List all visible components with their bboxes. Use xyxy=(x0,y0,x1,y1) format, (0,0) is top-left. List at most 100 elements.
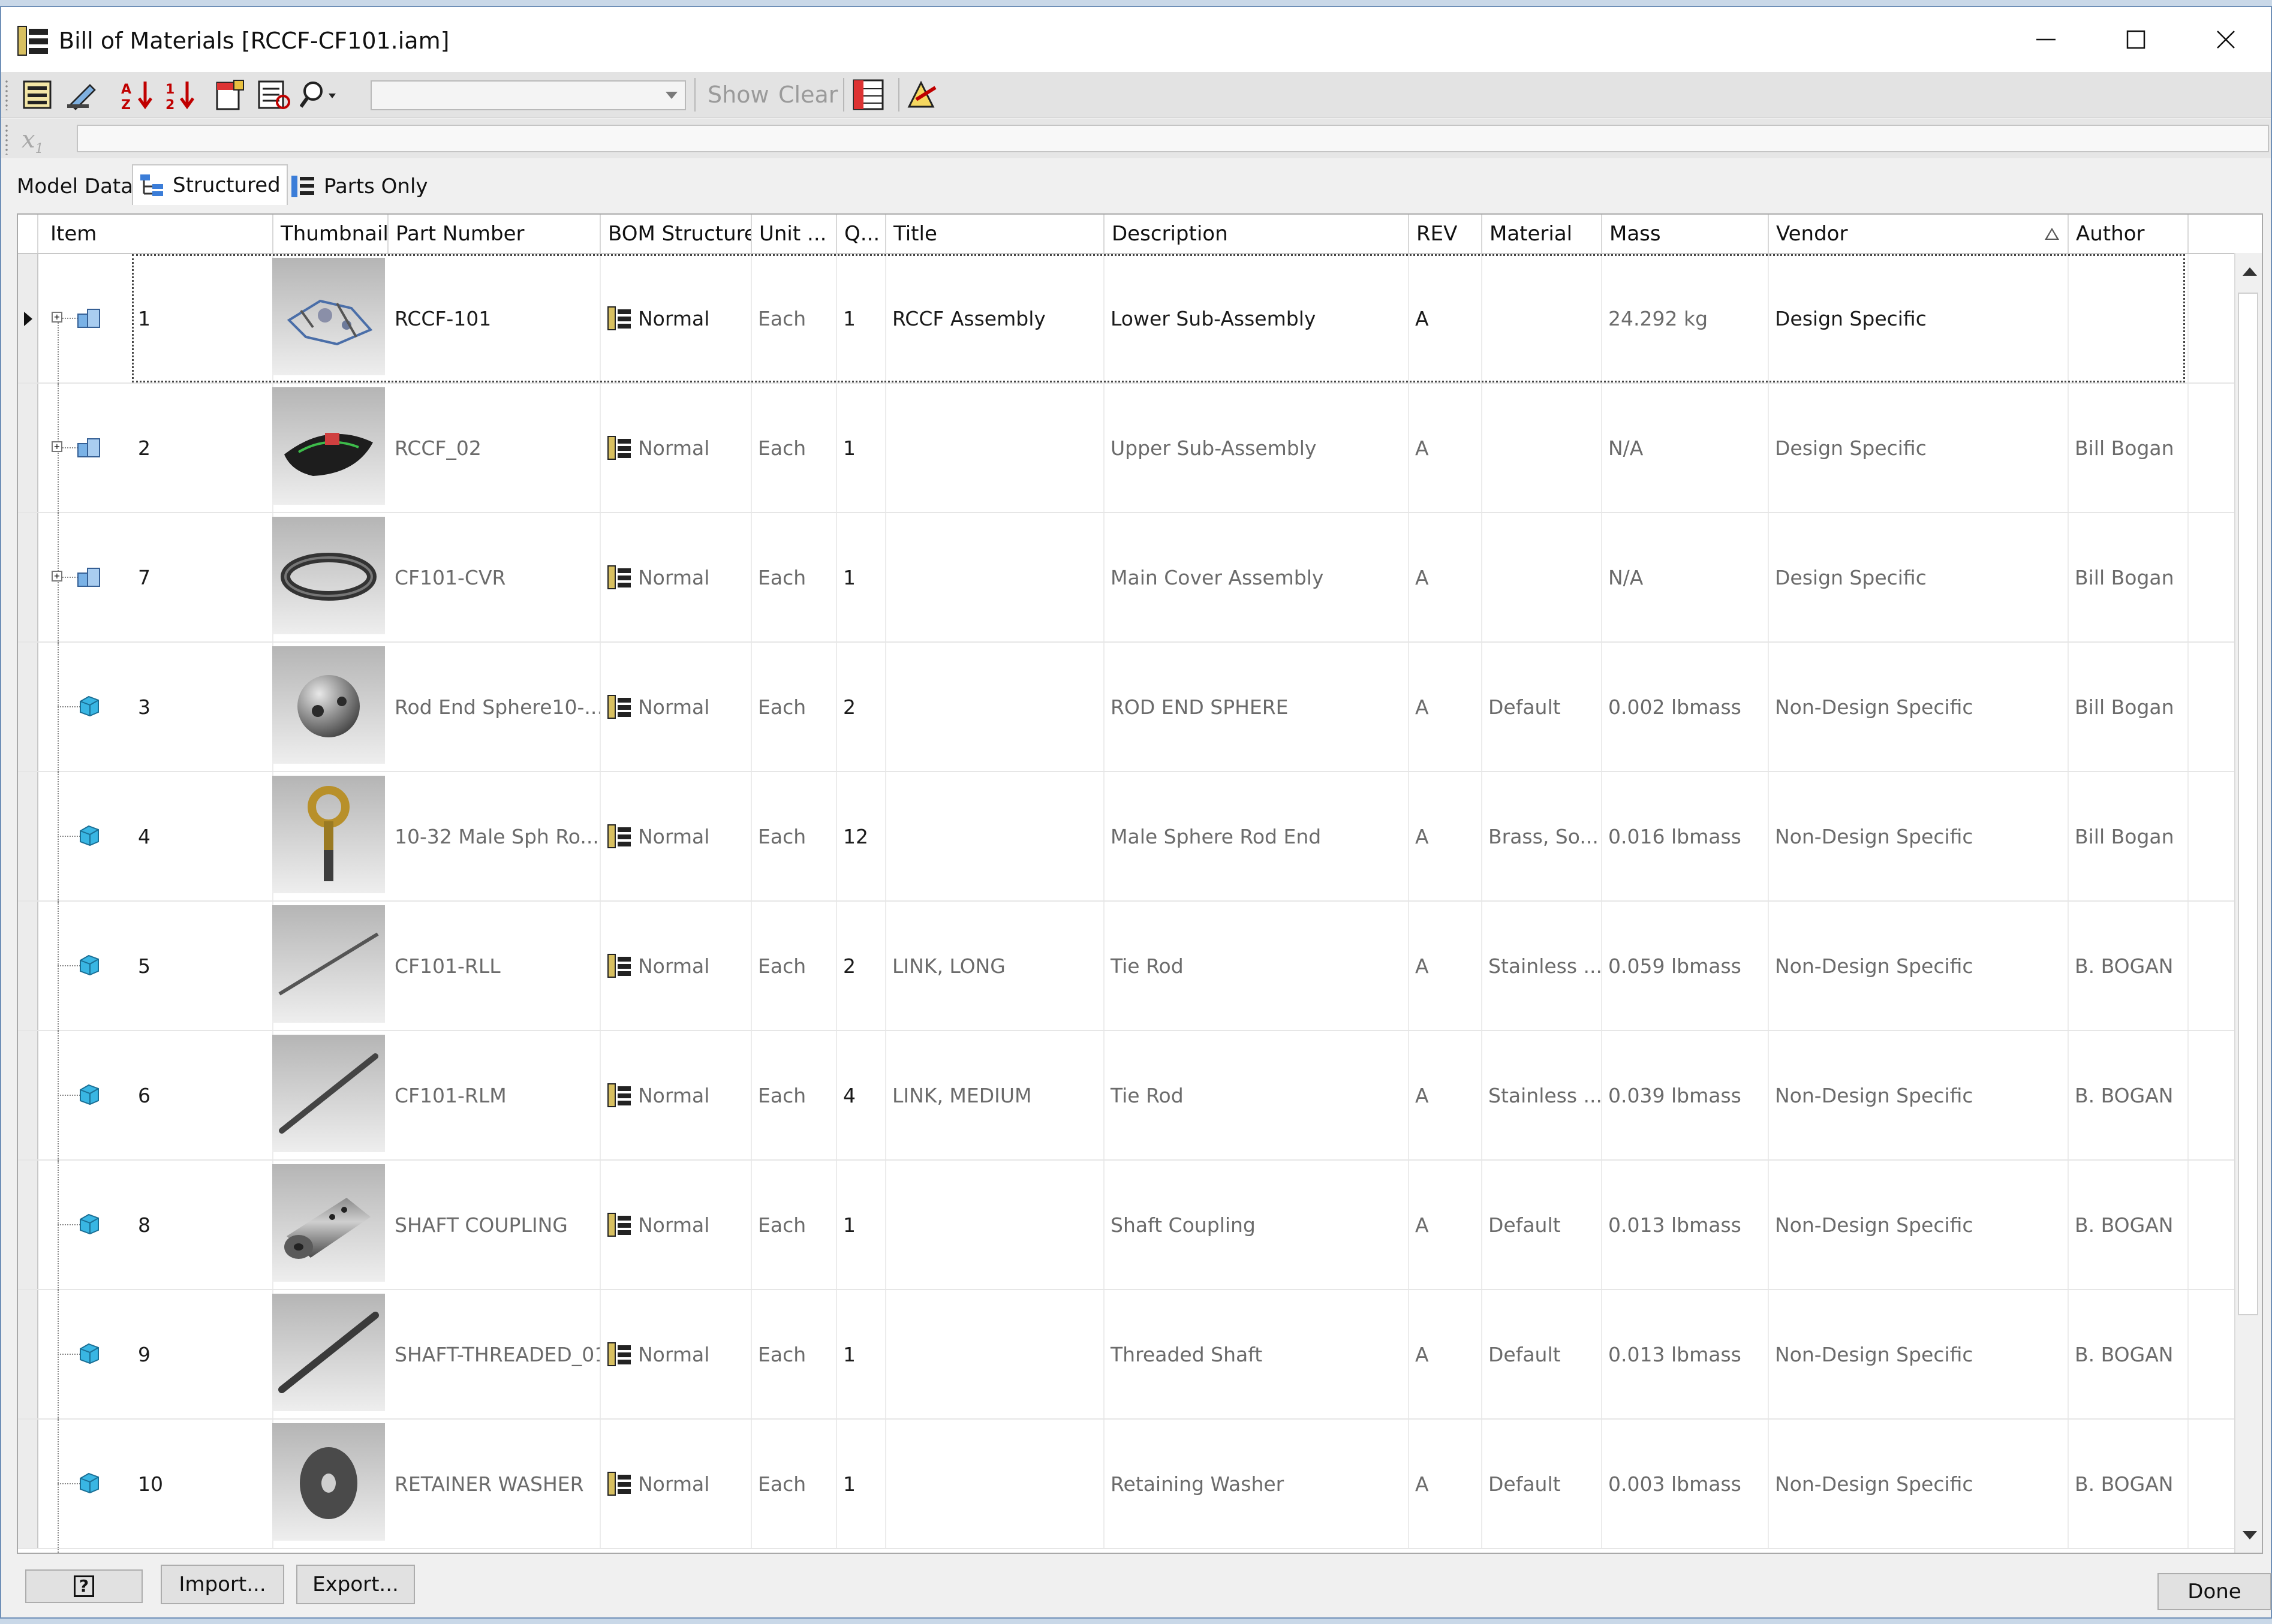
part-number-cell[interactable]: SHAFT COUPLING xyxy=(389,1161,601,1289)
table-row[interactable]: 10 RETAINER WASHER Normal Each 1 Retaini… xyxy=(18,1420,2237,1553)
bom-structure-cell[interactable]: Normal xyxy=(601,643,752,771)
tab-parts-only[interactable]: Parts Only xyxy=(284,169,434,204)
bom-structure-cell[interactable]: Normal xyxy=(601,1161,752,1289)
title-cell[interactable] xyxy=(886,1161,1105,1289)
tab-structured[interactable]: Structured xyxy=(132,164,288,205)
author-cell[interactable]: Bill Bogan xyxy=(2069,384,2189,512)
upper-subassembly-thumbnail-image[interactable] xyxy=(272,387,385,505)
unit-cell[interactable]: Each xyxy=(752,772,837,900)
author-cell[interactable]: B. BOGAN xyxy=(2069,902,2189,1030)
unit-cell[interactable]: Each xyxy=(752,1290,837,1418)
unit-cell[interactable]: Each xyxy=(752,1031,837,1159)
material-cell[interactable]: Default xyxy=(1482,643,1602,771)
sort-ascending-icon[interactable]: A Z xyxy=(119,78,156,112)
clear-button[interactable]: Clear xyxy=(778,82,838,108)
title-cell[interactable] xyxy=(886,513,1105,641)
row-selector[interactable] xyxy=(18,384,38,512)
description-cell[interactable]: Main Cover Assembly xyxy=(1105,513,1409,641)
description-cell[interactable]: Retaining Washer xyxy=(1105,1420,1409,1548)
qty-cell[interactable]: 1 xyxy=(837,1290,886,1418)
mass-cell[interactable]: 0.013 lbmass xyxy=(1602,1161,1769,1289)
part-number-cell[interactable]: SHAFT-THREADED_01 xyxy=(389,1290,601,1418)
description-cell[interactable]: Shaft Coupling xyxy=(1105,1161,1409,1289)
row-selector[interactable] xyxy=(18,1290,38,1418)
row-selector[interactable] xyxy=(18,902,38,1030)
item-cell[interactable]: 9 xyxy=(132,1290,273,1418)
unit-cell[interactable]: Each xyxy=(752,254,837,382)
vendor-cell[interactable]: Non-Design Specific xyxy=(1769,902,2069,1030)
table-row[interactable]: 4 10-32 Male Sph Ro... Normal Each 12 Ma… xyxy=(18,772,2237,902)
rev-cell[interactable]: A xyxy=(1409,772,1482,900)
import-button[interactable]: Import... xyxy=(161,1565,284,1604)
column-header-author[interactable]: Author xyxy=(2069,215,2189,253)
bom-structure-cell[interactable]: Normal xyxy=(601,254,752,382)
edit-properties-icon[interactable] xyxy=(64,78,101,112)
item-cell[interactable]: 5 xyxy=(132,902,273,1030)
mass-cell[interactable]: N/A xyxy=(1602,513,1769,641)
retainer-washer-thumbnail-image[interactable] xyxy=(272,1423,385,1541)
mass-cell[interactable]: 0.039 lbmass xyxy=(1602,1031,1769,1159)
column-header-vendor[interactable]: Vendor xyxy=(1769,215,2069,253)
table-row[interactable]: + 1 RCCF-101 Normal Each 1 RCCF Assembly… xyxy=(18,254,2237,384)
vendor-cell[interactable]: Design Specific xyxy=(1769,254,2069,382)
column-header-item[interactable]: Item xyxy=(38,215,273,253)
table-highlight-icon[interactable] xyxy=(851,78,889,112)
description-cell[interactable]: Tie Rod xyxy=(1105,902,1409,1030)
vendor-cell[interactable]: Non-Design Specific xyxy=(1769,1031,2069,1159)
title-cell[interactable] xyxy=(886,643,1105,771)
material-cell[interactable]: Default xyxy=(1482,1290,1602,1418)
vertical-scrollbar[interactable] xyxy=(2234,253,2262,1553)
description-cell[interactable]: Tie Rod xyxy=(1105,1031,1409,1159)
toolbar-grip[interactable] xyxy=(5,79,8,110)
qty-cell[interactable]: 1 xyxy=(837,254,886,382)
column-header-qty[interactable]: Q... xyxy=(837,215,886,253)
vendor-cell[interactable]: Non-Design Specific xyxy=(1769,772,2069,900)
column-header-rev[interactable]: REV xyxy=(1409,215,1482,253)
column-header-bom-structure[interactable]: BOM Structure xyxy=(601,215,752,253)
chevron-down-icon[interactable] xyxy=(666,92,678,99)
part-number-cell[interactable]: RCCF-101 xyxy=(389,254,601,382)
bom-structure-cell[interactable]: Normal xyxy=(601,384,752,512)
rev-cell[interactable]: A xyxy=(1409,1420,1482,1548)
description-cell[interactable]: Lower Sub-Assembly xyxy=(1105,254,1409,382)
rod-end-sphere-thumbnail-image[interactable] xyxy=(272,646,385,764)
unit-cell[interactable]: Each xyxy=(752,1161,837,1289)
unit-cell[interactable]: Each xyxy=(752,1420,837,1548)
bom-structure-cell[interactable]: Normal xyxy=(601,1290,752,1418)
title-cell[interactable] xyxy=(886,1290,1105,1418)
mass-cell[interactable]: 0.002 lbmass xyxy=(1602,643,1769,771)
table-row[interactable]: 8 SHAFT COUPLING Normal Each 1 Shaft Cou… xyxy=(18,1161,2237,1290)
vendor-cell[interactable]: Non-Design Specific xyxy=(1769,643,2069,771)
rev-cell[interactable]: A xyxy=(1409,643,1482,771)
bom-structure-cell[interactable]: Normal xyxy=(601,1420,752,1548)
part-number-cell[interactable]: CF101-CVR xyxy=(389,513,601,641)
bom-structure-cell[interactable]: Normal xyxy=(601,1031,752,1159)
row-selector[interactable] xyxy=(18,254,38,382)
vendor-cell[interactable]: Design Specific xyxy=(1769,384,2069,512)
item-cell[interactable]: 4 xyxy=(132,772,273,900)
tie-rod-medium-thumbnail-image[interactable] xyxy=(272,1035,385,1152)
material-cell[interactable] xyxy=(1482,254,1602,382)
mass-cell[interactable]: 24.292 kg xyxy=(1602,254,1769,382)
bom-editor-icon[interactable] xyxy=(19,78,56,112)
author-cell[interactable]: Bill Bogan xyxy=(2069,643,2189,771)
export-button[interactable]: Export... xyxy=(296,1565,415,1604)
shaft-coupling-thumbnail-image[interactable] xyxy=(272,1164,385,1282)
mass-cell[interactable]: 0.016 lbmass xyxy=(1602,772,1769,900)
filter-combobox[interactable] xyxy=(371,80,686,110)
author-cell[interactable]: B. BOGAN xyxy=(2069,1290,2189,1418)
item-cell[interactable]: 7 xyxy=(132,513,273,641)
rev-cell[interactable]: A xyxy=(1409,1031,1482,1159)
part-number-cell[interactable]: 10-32 Male Sph Ro... xyxy=(389,772,601,900)
mass-update-icon[interactable] xyxy=(904,78,941,112)
description-cell[interactable]: Male Sphere Rod End xyxy=(1105,772,1409,900)
author-cell[interactable]: Bill Bogan xyxy=(2069,513,2189,641)
mass-cell[interactable]: N/A xyxy=(1602,384,1769,512)
table-row[interactable]: 5 CF101-RLL Normal Each 2 LINK, LONG Tie… xyxy=(18,902,2237,1031)
assembly-thumbnail-image[interactable] xyxy=(272,258,385,375)
vendor-cell[interactable]: Non-Design Specific xyxy=(1769,1290,2069,1418)
unit-cell[interactable]: Each xyxy=(752,384,837,512)
material-cell[interactable]: Stainless ... xyxy=(1482,902,1602,1030)
author-cell[interactable]: Bill Bogan xyxy=(2069,772,2189,900)
item-cell[interactable]: 10 xyxy=(132,1420,273,1548)
